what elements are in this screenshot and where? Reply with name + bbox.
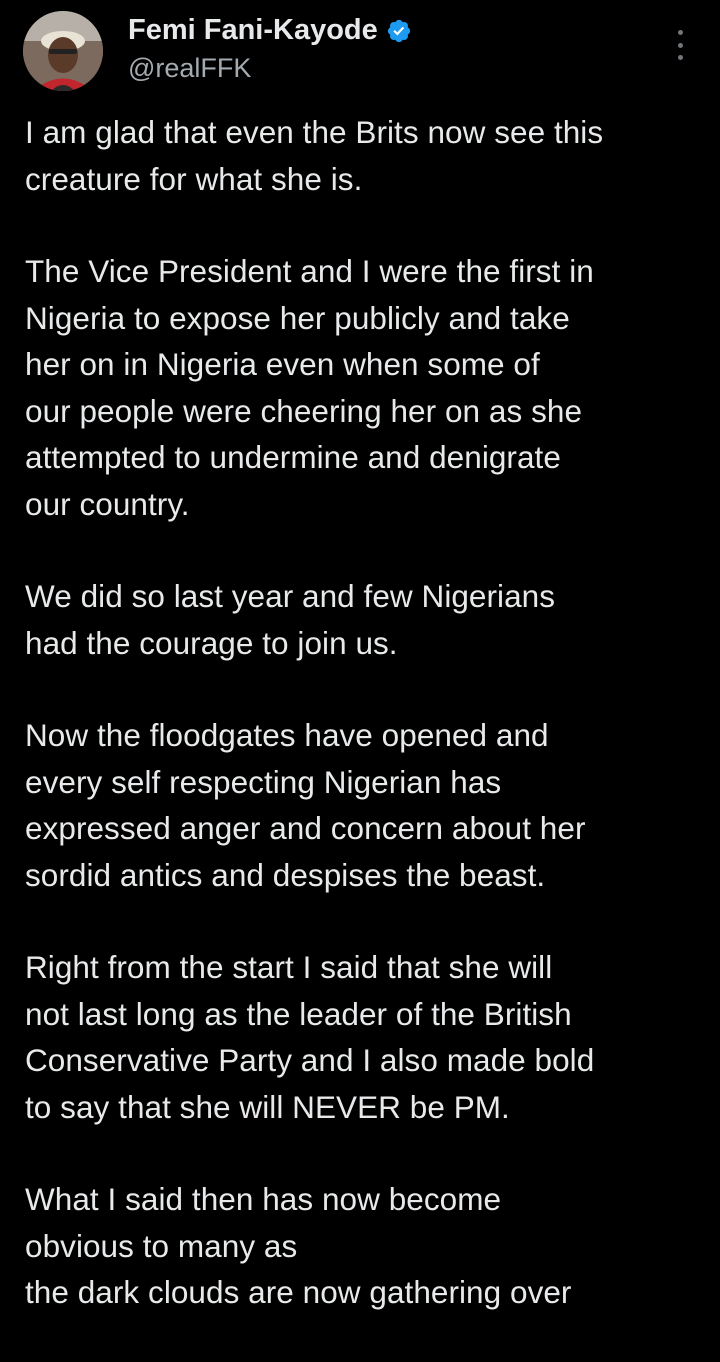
tweet-line: creature for what she is.: [25, 160, 363, 197]
tweet-line: her on in Nigeria even when some of: [25, 346, 540, 382]
tweet-line: to say that she will NEVER be PM.: [25, 1088, 510, 1125]
tweet-line: every self respecting Nigerian has: [25, 763, 502, 800]
name-row: Femi Fani-Kayode: [128, 14, 412, 47]
tweet-line: Now the floodgates have opened and: [25, 717, 549, 753]
tweet-paragraph: What I said then has now become obvious t…: [25, 1176, 705, 1316]
verified-badge-icon: [386, 18, 412, 44]
tweet-paragraph: We did so last year and few Nigerians had…: [25, 573, 705, 666]
dot: [677, 42, 683, 48]
tweet-line: the dark clouds are now gathering over: [25, 1274, 572, 1310]
display-name[interactable]: Femi Fani-Kayode: [128, 14, 378, 47]
tweet-line: not last long as the leader of the Briti…: [25, 995, 572, 1032]
tweet-line: obvious to many as: [25, 1227, 298, 1264]
tweet-line: our people were cheering her on as she: [25, 392, 583, 429]
tweet-line: Nigeria to expose her publicly and take: [25, 299, 570, 336]
dot: [677, 55, 683, 60]
dot: [677, 30, 683, 35]
tweet-header: Femi Fani-Kayode @realFFK: [0, 0, 720, 100]
tweet-paragraph: The Vice President and I were the first …: [25, 248, 705, 527]
tweet-line: The Vice President and I were the first …: [25, 253, 594, 289]
tweet-line: our country.: [25, 485, 190, 522]
more-options-icon[interactable]: [670, 28, 690, 62]
profile-photo: [23, 11, 103, 91]
tweet-line: had the courage to join us.: [25, 624, 398, 661]
tweet-paragraph: I am glad that even the Brits now see th…: [25, 109, 705, 202]
handle[interactable]: @realFFK: [128, 53, 251, 84]
tweet-text: I am glad that even the Brits now see th…: [25, 109, 705, 1362]
avatar[interactable]: [23, 11, 103, 91]
tweet-paragraph: Now the floodgates have opened and every …: [25, 712, 705, 898]
tweet-line: Conservative Party and I also made bold: [25, 1042, 595, 1078]
tweet-line: What I said then has now become: [25, 1181, 502, 1217]
tweet-line: I am glad that even the Brits now see th…: [25, 114, 604, 150]
tweet-line: Right from the start I said that she wil…: [25, 949, 553, 985]
tweet-line: We did so last year and few Nigerians: [25, 578, 556, 614]
tweet-paragraph: Right from the start I said that she wil…: [25, 944, 705, 1130]
tweet-line: attempted to undermine and denigrate: [25, 439, 561, 475]
tweet-line: sordid antics and despises the beast.: [25, 856, 546, 893]
tweet-line: expressed anger and concern about her: [25, 810, 586, 846]
